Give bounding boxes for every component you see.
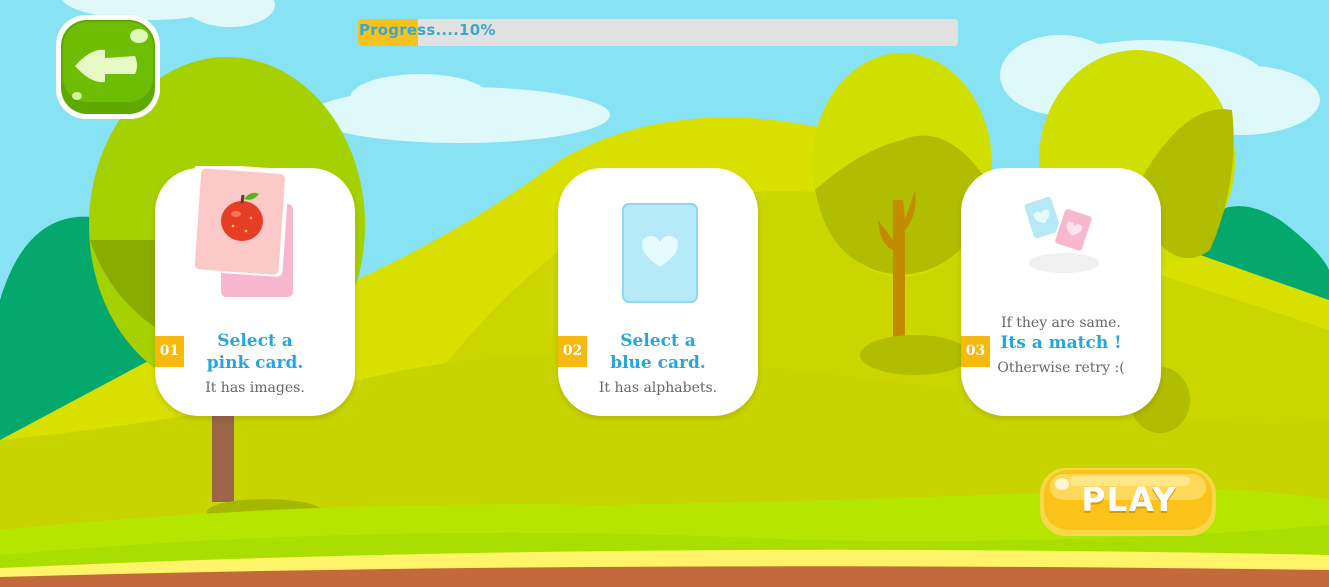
heart-card-icon	[620, 201, 700, 305]
apple-card-icon	[191, 166, 296, 299]
back-button[interactable]	[53, 12, 163, 122]
arrow-left-icon	[56, 15, 160, 119]
instruction-card-2: 02 Select a blue card. It has alphabets.	[558, 168, 758, 416]
matching-cards-icon	[1022, 194, 1099, 273]
instruction-card-1: 01 Select a pink card. It has images.	[155, 166, 355, 416]
card-title-line1: Select a	[217, 331, 293, 351]
card-title-line2: pink card.	[206, 353, 304, 373]
progress-bar: Progress....10%	[358, 19, 958, 46]
card-description: It has images.	[205, 380, 305, 396]
instruction-card-3: 03 If they are same. Its a match ! Other…	[961, 168, 1161, 416]
card-description: It has alphabets.	[598, 380, 718, 396]
card-title: Its a match !	[1000, 333, 1122, 353]
play-label: PLAY	[1081, 480, 1177, 519]
play-button[interactable]: PLAY	[1040, 466, 1218, 538]
progress-label: Progress....10%	[359, 21, 496, 39]
card-line1: If they are same.	[1001, 315, 1121, 331]
card-title-line1: Select a	[620, 331, 696, 351]
card-line3: Otherwise retry :(	[997, 360, 1125, 376]
card-title-line2: blue card.	[610, 353, 706, 373]
